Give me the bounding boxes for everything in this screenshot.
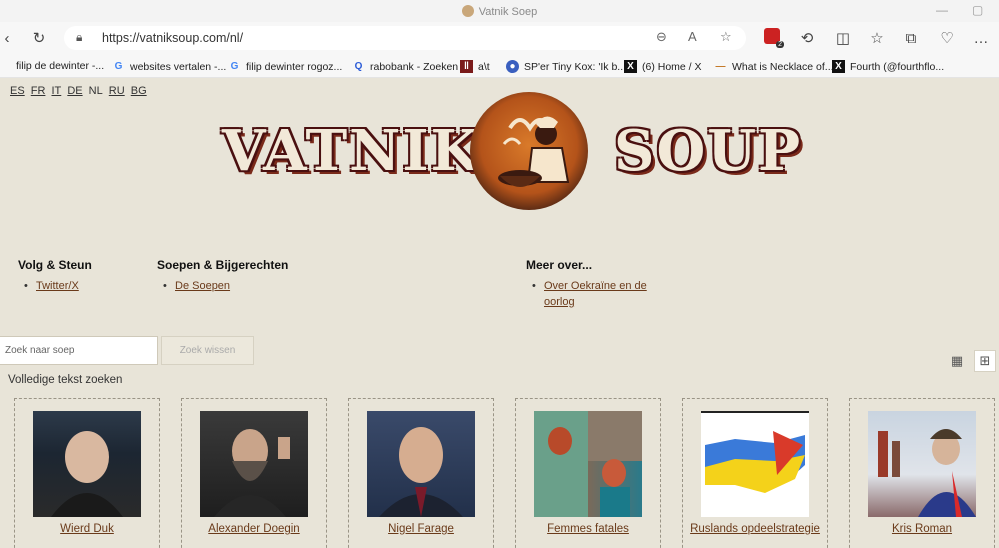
fulltext-search-toggle[interactable]: Volledige tekst zoeken xyxy=(8,374,122,386)
bookmark-item[interactable]: Qrabobank - Zoeken xyxy=(352,60,459,73)
soup-card[interactable]: Nigel Farage xyxy=(348,398,494,548)
portrait-image xyxy=(33,411,141,517)
portrait-image xyxy=(200,411,308,517)
nav-column-soups: Soepen & Bijgerechten De Soepen xyxy=(157,258,288,294)
nav-heading: Soepen & Bijgerechten xyxy=(157,258,289,272)
back-icon[interactable]: ‹ xyxy=(2,28,12,48)
card-title-link[interactable]: Nigel Farage xyxy=(349,523,493,535)
bookmark-item[interactable]: ‖ a\t xyxy=(460,60,490,73)
page-content: ES FR IT DE NL RU BG VATNIK SOUP Volg & … xyxy=(0,78,999,548)
nav-heading: Meer over... xyxy=(526,258,593,272)
tab-title[interactable]: Vatnik Soep xyxy=(0,5,999,18)
soup-card[interactable]: Kris Roman xyxy=(849,398,995,548)
browser-titlebar: Vatnik Soep — ▢ xyxy=(0,0,999,22)
browser-essentials-icon[interactable]: ♡ xyxy=(936,28,958,48)
nav-column-more: Meer over... Over Oekraïne en de oorlog xyxy=(526,258,666,310)
lang-link[interactable]: IT xyxy=(51,85,61,97)
chef-illustration xyxy=(498,116,570,187)
google-icon: G xyxy=(114,61,123,72)
nav-link-ukraine[interactable]: Over Oekraïne en de oorlog xyxy=(544,280,647,308)
lang-link[interactable]: DE xyxy=(67,85,82,97)
site-icon: ‖ xyxy=(460,60,473,73)
zoom-icon[interactable]: ⊖ xyxy=(656,29,667,45)
card-title-link[interactable]: Wierd Duk xyxy=(15,523,159,535)
portrait-image xyxy=(367,411,475,517)
soup-card[interactable]: Wierd Duk xyxy=(14,398,160,548)
bookmark-item[interactable]: X Fourth (@fourthflo... xyxy=(832,60,944,73)
nav-link-twitter[interactable]: Twitter/X xyxy=(36,280,79,292)
chef-logo-icon[interactable] xyxy=(470,92,588,210)
x-icon: X xyxy=(832,60,845,73)
search-icon: Q xyxy=(354,61,363,72)
extension-icon[interactable]: ⟲ xyxy=(796,28,818,48)
bookmark-item[interactable]: — What is Necklace of... xyxy=(714,60,834,73)
more-menu-icon[interactable]: … xyxy=(970,28,992,48)
nav-heading: Volg & Steun xyxy=(18,258,92,272)
lang-link[interactable]: FR xyxy=(31,85,46,97)
card-title-link[interactable]: Ruslands opdeelstrategie xyxy=(683,523,827,535)
map-image xyxy=(701,411,809,517)
lang-current: NL xyxy=(88,85,103,97)
browser-toolbar: ‹ ↻ 🔒︎ https://vatniksoup.com/nl/ ⊖ A ☆ … xyxy=(0,22,999,54)
card-title-link[interactable]: Kris Roman xyxy=(850,523,994,535)
logo-word-left[interactable]: VATNIK xyxy=(222,118,481,184)
site-icon: ● xyxy=(506,60,519,73)
clear-search-button[interactable]: Zoek wissen xyxy=(161,336,254,365)
language-switcher: ES FR IT DE NL RU BG xyxy=(10,85,150,97)
dash-icon: — xyxy=(715,61,726,72)
minimize-icon[interactable]: — xyxy=(936,3,948,17)
url-text: https://vatniksoup.com/nl/ xyxy=(102,31,244,45)
site-favicon-icon xyxy=(461,5,474,17)
collections-icon[interactable]: ⧉ xyxy=(900,28,922,48)
split-screen-icon[interactable]: ◫ xyxy=(832,28,854,48)
collage-image xyxy=(534,411,642,517)
soup-card[interactable]: Femmes fatales xyxy=(515,398,661,548)
restore-icon[interactable]: ▢ xyxy=(972,3,983,17)
favorites-icon[interactable]: ☆ xyxy=(866,28,888,48)
bookmark-item[interactable]: X (6) Home / X xyxy=(624,60,702,73)
search-input[interactable]: Zoek naar soep xyxy=(0,336,158,365)
google-icon: G xyxy=(230,61,239,72)
nav-link-soups[interactable]: De Soepen xyxy=(175,280,230,292)
bookmark-item[interactable]: ● SP'er Tiny Kox: 'Ik b... xyxy=(506,60,626,73)
ublock-extension-icon[interactable]: 2 xyxy=(764,28,784,48)
bookmark-item[interactable]: Gfilip dewinter rogoz... xyxy=(228,60,343,73)
bookmark-item[interactable]: Gwebsites vertalen -... xyxy=(112,60,227,73)
soup-card[interactable]: Alexander Doegin xyxy=(181,398,327,548)
reload-icon[interactable]: ↻ xyxy=(28,28,50,48)
card-title-link[interactable]: Femmes fatales xyxy=(516,523,660,535)
favorite-star-icon[interactable]: ☆ xyxy=(720,29,732,45)
table-view-icon[interactable]: ▦ xyxy=(946,350,968,372)
card-title-link[interactable]: Alexander Doegin xyxy=(182,523,326,535)
lang-link[interactable]: ES xyxy=(10,85,25,97)
lang-link[interactable]: RU xyxy=(109,85,125,97)
bookmarks-bar: filip de dewinter -... Gwebsites vertale… xyxy=(0,54,999,78)
soup-card[interactable]: Ruslands opdeelstrategie xyxy=(682,398,828,548)
x-icon: X xyxy=(624,60,637,73)
grid-view-icon[interactable]: ⊞ xyxy=(974,350,996,372)
nav-column-follow: Volg & Steun Twitter/X xyxy=(18,258,92,294)
read-aloud-icon[interactable]: A xyxy=(688,29,697,44)
portrait-image xyxy=(868,411,976,517)
lang-link[interactable]: BG xyxy=(131,85,147,97)
bookmark-item[interactable]: filip de dewinter -... xyxy=(16,60,104,72)
address-bar[interactable]: 🔒︎ https://vatniksoup.com/nl/ ⊖ A ☆ xyxy=(64,26,746,50)
lock-icon: 🔒︎ xyxy=(76,30,83,44)
logo-word-right[interactable]: SOUP xyxy=(614,118,802,184)
